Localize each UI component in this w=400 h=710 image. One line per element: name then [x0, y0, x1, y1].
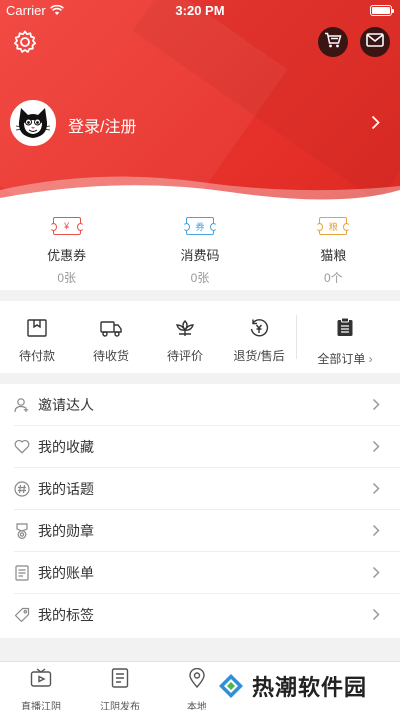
- cart-icon: [324, 32, 342, 53]
- order-returns[interactable]: 退货/售后: [222, 301, 296, 364]
- cat-food-label: 猫粮: [320, 248, 347, 263]
- menu-topics[interactable]: 我的话题: [14, 468, 400, 510]
- menu-bills-label: 我的账单: [38, 564, 94, 581]
- avatar[interactable]: [10, 100, 56, 146]
- cat-food-icon: 粮: [316, 217, 351, 235]
- coupon-label: 优惠券: [47, 248, 87, 263]
- tag-icon: [14, 607, 30, 623]
- voucher-icon-glyph: 券: [195, 221, 205, 232]
- menu-favorites-label: 我的收藏: [38, 438, 94, 455]
- profile-menu-list: 邀请达人 我的收藏 我的话题 我的勋章 我的账单 我的标签: [0, 384, 400, 638]
- coupon-icon: ¥: [49, 217, 84, 235]
- refund-icon: [247, 317, 271, 339]
- chevron-right-icon: [372, 398, 380, 416]
- asset-summary: ¥ 优惠券 0张 券 消费码 0张 粮 猫粮 0个: [0, 205, 400, 290]
- menu-invite-expert-label: 邀请达人: [38, 396, 94, 413]
- tab-live[interactable]: 直播江阴: [6, 668, 76, 710]
- menu-medals-label: 我的勋章: [38, 522, 94, 539]
- document-icon: [111, 668, 129, 693]
- all-orders-text: 全部订单: [317, 352, 366, 366]
- all-orders-button[interactable]: 全部订单 ›: [297, 301, 393, 367]
- hashtag-icon: [14, 480, 30, 497]
- heart-icon: [14, 439, 30, 455]
- login-register-link[interactable]: 登录/注册: [68, 113, 136, 137]
- tv-icon: [30, 668, 52, 693]
- location-icon: [188, 667, 206, 693]
- menu-tags-label: 我的标签: [38, 607, 94, 623]
- menu-favorites[interactable]: 我的收藏: [14, 426, 400, 468]
- voucher-code-count: 0张: [190, 271, 210, 285]
- cat-food-icon-glyph: 粮: [328, 221, 338, 232]
- user-icon: [14, 397, 30, 413]
- cart-button[interactable]: [318, 27, 348, 57]
- chevron-right-icon: [372, 524, 380, 542]
- menu-topics-label: 我的话题: [38, 480, 94, 497]
- status-bar: Carrier 3:20 PM: [0, 0, 400, 20]
- order-pending-payment-label: 待付款: [18, 349, 55, 363]
- order-pending-payment[interactable]: 待付款: [0, 301, 74, 364]
- wallet-icon: [25, 317, 49, 339]
- coupon-entry[interactable]: ¥ 优惠券 0张: [0, 205, 133, 290]
- order-pending-receipt[interactable]: 待收货: [74, 301, 148, 364]
- tab-local-label: 本地: [187, 702, 207, 710]
- all-orders-label: 全部订单 ›: [317, 350, 372, 367]
- coupon-count: 0张: [57, 271, 76, 285]
- voucher-icon: 券: [182, 217, 217, 235]
- clock: 3:20 PM: [175, 3, 225, 18]
- watermark: 热潮软件园: [206, 662, 400, 710]
- order-returns-label: 退货/售后: [233, 349, 285, 363]
- bill-icon: [14, 564, 30, 581]
- cat-food-count: 0个: [323, 271, 343, 285]
- tab-live-label: 直播江阴: [21, 702, 61, 710]
- tab-release-label: 江阴发布: [100, 702, 140, 710]
- profile-header: Carrier 3:20 PM 登录/注册: [0, 0, 400, 205]
- chevron-right-icon: [372, 440, 380, 458]
- watermark-text: 热潮软件园: [252, 675, 368, 700]
- order-pending-review-label: 待评价: [166, 349, 203, 363]
- voucher-code-label: 消费码: [180, 248, 220, 263]
- mail-icon: [366, 32, 384, 52]
- menu-invite-expert[interactable]: 邀请达人: [14, 384, 400, 426]
- cat-food-entry[interactable]: 粮 猫粮 0个: [267, 205, 400, 290]
- chevron-right-icon: [372, 482, 380, 500]
- header-wave: [0, 176, 400, 205]
- order-pending-receipt-label: 待收货: [92, 349, 129, 363]
- chevron-right-icon[interactable]: [371, 115, 380, 135]
- gear-icon[interactable]: [12, 29, 38, 55]
- chevron-right-icon: [372, 608, 380, 626]
- lotus-icon: [173, 317, 197, 339]
- chevron-right-icon: [372, 566, 380, 584]
- order-pending-review[interactable]: 待评价: [148, 301, 222, 364]
- tab-release[interactable]: 江阴发布: [85, 668, 155, 710]
- voucher-code-entry[interactable]: 券 消费码 0张: [133, 205, 266, 290]
- chevron-right-icon: ›: [368, 352, 373, 366]
- mail-button[interactable]: [360, 27, 390, 57]
- watermark-logo-icon: [218, 673, 244, 699]
- menu-tags[interactable]: 我的标签: [14, 594, 400, 636]
- order-shortcuts: 待付款 待收货 待评价 退货/售后 全部订单 ›: [0, 301, 400, 373]
- coupon-icon-glyph: ¥: [64, 221, 70, 231]
- battery-icon: [370, 5, 394, 16]
- menu-medals[interactable]: 我的勋章: [14, 510, 400, 552]
- truck-icon: [99, 317, 123, 339]
- clipboard-icon: [336, 317, 354, 342]
- menu-bills[interactable]: 我的账单: [14, 552, 400, 594]
- medal-icon: [14, 522, 30, 539]
